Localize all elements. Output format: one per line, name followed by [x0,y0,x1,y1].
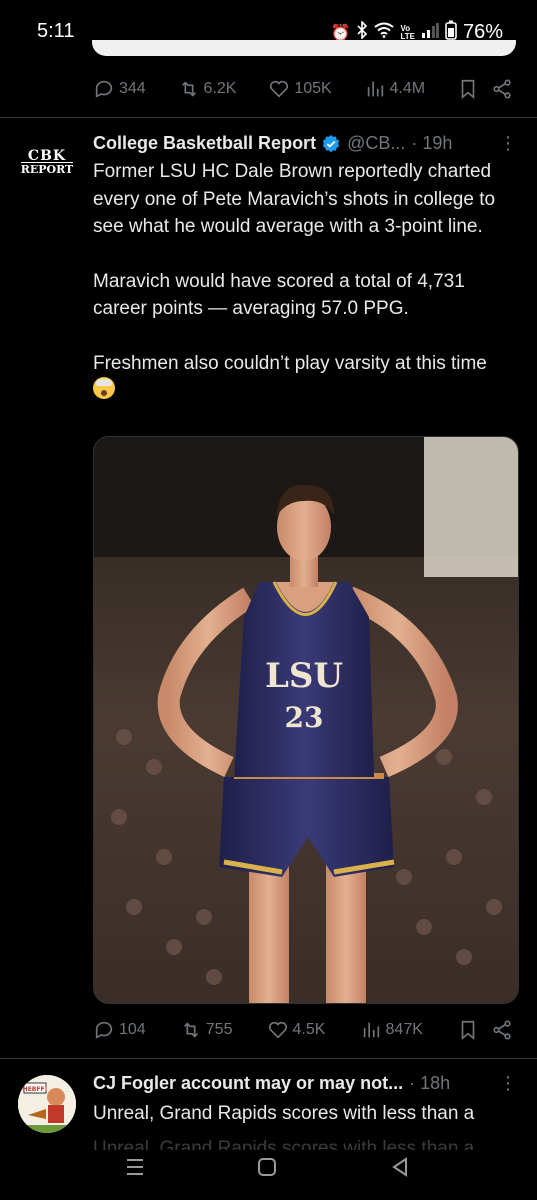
share-icon[interactable] [491,1019,513,1041]
jersey-letters: LSU [265,656,343,696]
bookmark-share-group [457,78,513,100]
views-icon [363,1022,379,1038]
views-count: 847K [385,1021,423,1038]
author-name[interactable]: College Basketball Report [93,133,316,154]
verified-badge-icon [322,134,340,152]
reply-count: 344 [119,80,146,97]
bookmark-share-group [457,1019,513,1041]
status-time: 5:11 [37,20,75,42]
reply-icon [95,1021,113,1039]
views-icon [367,81,383,97]
reply-count: 104 [119,1021,146,1038]
author-handle[interactable]: @CB... [347,133,405,154]
avatar-logo-top: CBK [27,148,67,164]
share-icon[interactable] [491,78,513,100]
bookmark-icon[interactable] [457,1019,479,1041]
player-photo-illustration: LSU 23 [94,437,518,1003]
views-count: 4.4M [389,80,426,97]
volte-indicator: Vo LTE [400,24,415,41]
tweet-divider [0,117,537,118]
next-tweet-header: CJ Fogler account may or may not... · 18… [93,1073,517,1094]
like-button[interactable]: 4.5K [267,1019,326,1041]
cartoon-avatar-image: HEBFF! [18,1075,76,1133]
tweet-paragraph-text: Freshmen also couldn’t play varsity at t… [93,352,487,374]
repost-button[interactable]: 755 [180,1019,233,1041]
heart-icon [270,80,289,98]
tweet-actions: 104 755 4.5K 847K [93,1019,513,1041]
author-avatar[interactable]: CBK REPORT [18,134,76,192]
tweet-divider [0,1058,537,1059]
tweet-time[interactable]: · 19h [411,133,452,154]
tweet-text: Former LSU HC Dale Brown reportedly char… [93,158,523,405]
back-icon[interactable] [390,1156,410,1178]
avatar-caption: HEBFF! [23,1086,48,1093]
views-button[interactable]: 847K [360,1019,423,1041]
tweet-header: College Basketball Report @CB... · 19h ⋮ [93,133,517,154]
like-count: 105K [294,80,332,97]
next-tweet-paragraph: Unreal, Grand Rapids scores with less th… [93,1103,475,1124]
repost-count: 6.2K [203,80,237,97]
tweet-paragraph: Maravich would have scored a total of 4,… [93,270,465,320]
like-button[interactable]: 105K [268,78,332,100]
repost-icon [183,1022,198,1038]
next-tweet-time[interactable]: · 18h [409,1073,450,1094]
previous-tweet-media-edge[interactable] [92,40,516,56]
next-tweet-text: Unreal, Grand Rapids scores with less th… [93,1100,523,1128]
jersey-number: 23 [285,701,324,734]
tweet-paragraph: Freshmen also couldn’t play varsity at t… [93,350,523,405]
repost-count: 755 [205,1021,233,1038]
reply-icon [95,80,113,98]
exploding-head-emoji [93,377,115,399]
system-navigation-bar: Unreal, Grand Rapids scores with less th… [0,1138,537,1200]
heart-icon [268,1021,287,1039]
tweet-photo[interactable]: LSU 23 [93,436,519,1004]
more-options-icon[interactable]: ⋮ [499,1073,517,1094]
tweet-paragraph: Former LSU HC Dale Brown reportedly char… [93,161,496,237]
like-count: 4.5K [292,1021,326,1038]
avatar-logo-bottom: REPORT [20,162,74,176]
next-author-name[interactable]: CJ Fogler account may or may not... [93,1073,403,1094]
previous-tweet-actions: 344 6.2K 105K 4.4M [93,78,513,100]
repost-button[interactable]: 6.2K [178,78,237,100]
next-author-avatar[interactable]: HEBFF! [18,1075,76,1133]
reply-button[interactable]: 104 [93,1019,146,1041]
more-options-icon[interactable]: ⋮ [499,133,517,154]
reply-button[interactable]: 344 [93,78,146,100]
home-icon[interactable] [257,1156,277,1178]
recent-apps-icon[interactable] [125,1156,145,1178]
bookmark-icon[interactable] [457,78,479,100]
obscured-tweet-text: Unreal, Grand Rapids scores with less th… [93,1138,475,1150]
views-button[interactable]: 4.4M [364,78,426,100]
repost-icon [181,81,196,97]
